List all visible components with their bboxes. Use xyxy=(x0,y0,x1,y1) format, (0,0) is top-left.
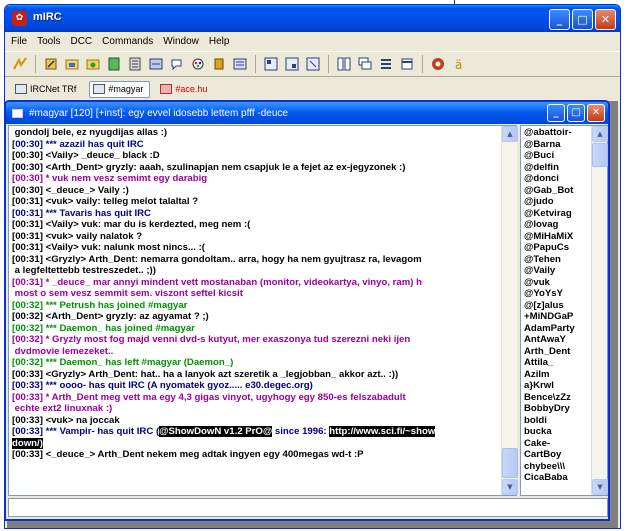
channels-folder-icon[interactable] xyxy=(63,55,81,73)
chat-line: [00:33] *** oooo- has quit IRC (A nyomat… xyxy=(12,380,313,391)
chat-line: [00:32] *** Daemon_ has left #magyar (Da… xyxy=(12,357,234,368)
channel-title-bar[interactable]: #magyar [120] [+inst]: egy evvel idosebb… xyxy=(6,102,608,124)
toolbar: ä xyxy=(5,51,620,77)
chat-line: [00:33] <_deuce_> Arth_Dent nekem meg ad… xyxy=(12,449,364,460)
connect-icon[interactable] xyxy=(11,55,29,73)
menu-bar: File Tools DCC Commands Window Help xyxy=(5,32,620,51)
dcc-send-icon[interactable] xyxy=(147,55,165,73)
channel-close-button[interactable]: ✕ xyxy=(587,104,605,122)
chat-line: [00:32] * Gryzly most fog majd venni dvd… xyxy=(12,334,411,357)
chat-line: [00:32] <Arth_Dent> gryzly: az agyamat ?… xyxy=(12,311,209,322)
switchbar-tab-status[interactable]: IRCNet TRf xyxy=(11,81,83,98)
cascade-icon[interactable] xyxy=(356,55,374,73)
about-icon[interactable] xyxy=(429,55,447,73)
toolbar-separator xyxy=(255,55,256,73)
colors-icon[interactable] xyxy=(189,55,207,73)
mirc-app-icon[interactable]: ✿ xyxy=(12,11,27,26)
scroll-thumb[interactable] xyxy=(502,448,518,478)
chat-text-area[interactable]: gondolj bele, ez nyugdijas allas :) [00:3… xyxy=(8,125,517,496)
scroll-up-button[interactable]: ▲ xyxy=(592,126,608,142)
chat-line: [00:33] <Gryzly> Arth_Dent: hat.. ha a l… xyxy=(12,368,399,380)
window-controls: _ □ ✕ xyxy=(549,9,616,30)
switchbar: IRCNet TRf #magyar #ace.hu xyxy=(5,78,620,100)
chat-line: [00:31] *** Tavaris has quit IRC xyxy=(12,207,151,219)
chat-line: [00:31] <Vaily> vuk: mar du is kerdezted… xyxy=(12,219,251,230)
status-window-icon xyxy=(15,84,27,94)
toolbar-separator xyxy=(35,55,36,73)
highlighted-text: @ShowDowN v1.2 PrO@ xyxy=(159,426,273,437)
chat-line: [00:31] <Gryzly> Arth_Dent: nemarra gond… xyxy=(12,253,422,277)
channel-window: #magyar [120] [+inst]: egy evvel idosebb… xyxy=(4,100,610,521)
title-bar[interactable]: ✿ mIRC _ □ ✕ xyxy=(5,5,620,32)
help-icon[interactable]: ä xyxy=(450,55,468,73)
channel-window-icon xyxy=(160,84,173,94)
ident-icon[interactable] xyxy=(283,55,301,73)
chat-line: [00:30] <Arth_Dent> gryzly: aaah, szulin… xyxy=(12,161,406,173)
chat-line: [00:30] <_deuce_> Vaily :) xyxy=(12,184,129,196)
address-book-icon[interactable] xyxy=(126,55,144,73)
menu-file[interactable]: File xyxy=(11,36,27,47)
channel-title: #magyar [120] [+inst]: egy evvel idosebb… xyxy=(29,107,288,119)
menu-dcc[interactable]: DCC xyxy=(70,36,92,47)
scroll-down-button[interactable]: ▼ xyxy=(502,479,518,495)
channel-window-icon xyxy=(93,84,106,94)
notify-icon[interactable] xyxy=(210,55,228,73)
chat-line: [00:31] <Vaily> vuk: nalunk most nincs..… xyxy=(12,242,206,253)
scroll-up-button[interactable]: ▲ xyxy=(502,126,518,142)
window-title: mIRC xyxy=(33,11,62,23)
chat-line: gondolj bele, ez nyugdijas allas :) xyxy=(12,127,168,138)
chat-line: [00:32] *** Daemon_ has joined #magyar xyxy=(12,322,195,334)
chat-line: [00:31] * _deuce_ mar annyi mindent vett… xyxy=(12,276,422,300)
tile-icon[interactable] xyxy=(335,55,353,73)
chat-line: [00:30] <Vaily> _deuce_ black :D xyxy=(12,150,160,161)
maximize-button[interactable]: □ xyxy=(572,9,593,30)
chat-line: [00:32] *** Petrush has joined #magyar xyxy=(12,299,188,311)
chat-line: [00:33] * Arth_Dent meg vett ma egy 4,3 … xyxy=(12,391,406,415)
chat-line: [00:30] *** azazil has quit IRC xyxy=(12,138,144,150)
menu-commands[interactable]: Commands xyxy=(102,36,153,47)
channel-maximize-button[interactable]: □ xyxy=(567,104,585,122)
chat-line: [00:30] * vuk nem vesz semimt egy darabi… xyxy=(12,173,208,184)
chat-line: [00:33] *** Vampir- has quit IRC (@ShowD… xyxy=(12,426,436,449)
message-input[interactable] xyxy=(8,498,608,517)
switchbar-tab-label: #magyar xyxy=(108,84,144,94)
switchbar-tab-label: #ace.hu xyxy=(175,84,208,94)
menu-tools[interactable]: Tools xyxy=(37,36,60,47)
arrange-icon[interactable] xyxy=(377,55,395,73)
chat-line: [00:33] <vuk> na joccak xyxy=(12,414,120,426)
switchbar-tab-ace-hu[interactable]: #ace.hu xyxy=(156,81,214,98)
switchbar-tab-label: IRCNet TRf xyxy=(30,84,77,94)
channel-window-controls: _ □ ✕ xyxy=(547,104,605,122)
svg-text:ä: ä xyxy=(455,58,462,72)
menu-help[interactable]: Help xyxy=(209,36,230,47)
options-icon[interactable] xyxy=(42,55,60,73)
chat-scrollbar[interactable]: ▲ ▼ xyxy=(501,126,518,495)
close-button[interactable]: ✕ xyxy=(595,9,616,30)
scroll-down-button[interactable]: ▼ xyxy=(592,479,608,495)
finger-icon[interactable] xyxy=(262,55,280,73)
channel-minimize-button[interactable]: _ xyxy=(547,104,565,122)
online-timer-icon[interactable] xyxy=(398,55,416,73)
menu-window[interactable]: Window xyxy=(163,36,199,47)
toolbar-separator xyxy=(328,55,329,73)
scroll-thumb[interactable] xyxy=(592,143,608,167)
channel-window-icon xyxy=(12,108,23,118)
list-channels-icon[interactable] xyxy=(231,55,249,73)
chat-line: [00:31] <vuk> vaily: telleg melot talalt… xyxy=(12,196,199,207)
minimize-button[interactable]: _ xyxy=(549,9,570,30)
server-folder-icon[interactable] xyxy=(84,55,102,73)
toolbar-separator xyxy=(422,55,423,73)
dcc-chat-icon[interactable] xyxy=(168,55,186,73)
nicklist-scrollbar[interactable]: ▲ ▼ xyxy=(591,126,608,495)
scripts-icon[interactable] xyxy=(105,55,123,73)
switchbar-tab-magyar[interactable]: #magyar xyxy=(89,80,151,98)
timestamp-icon[interactable] xyxy=(304,55,322,73)
chat-line: [00:31] <vuk> vaily nalatok ? xyxy=(12,230,143,242)
